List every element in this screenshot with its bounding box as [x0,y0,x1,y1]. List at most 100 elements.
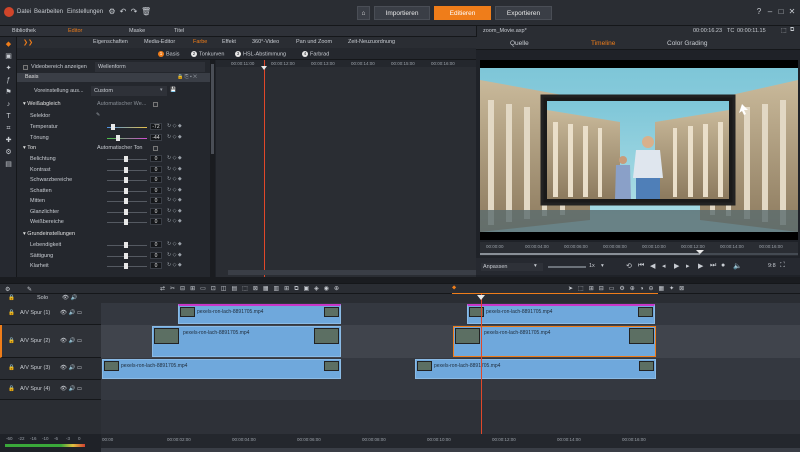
track-4-label[interactable]: A/V Spur (4) [20,386,50,392]
track-2-controls[interactable]: 👁 🔊 ▭ [60,338,82,344]
settings.basic_rows-knob[interactable] [124,242,128,248]
chevron-down-icon[interactable]: ▾ [534,263,537,269]
tab-quelle[interactable]: Quelle [510,40,529,47]
tint-value[interactable]: -44 [150,134,162,141]
settings.basic_rows-knob[interactable] [124,252,128,259]
timeline-ruler[interactable]: 00:00 00:00:02:00 00:00:04:00 00:00:06:00 00… [101,434,800,452]
settings.tone_rows-controls[interactable]: ↻ ◇ ◆ [167,155,182,161]
tab-editor[interactable]: Editor [68,27,82,36]
subtab-basis[interactable]: 1 Basis [158,51,179,57]
settings-scrollbar[interactable] [210,60,215,277]
scrubber-handle-icon[interactable] [696,250,704,254]
track-2-lock-icon[interactable]: 🔒 [8,338,15,344]
maximize-icon[interactable]: □ [776,7,786,17]
empty-track-area[interactable] [101,400,800,434]
settings.basic_rows-value[interactable]: 0 [150,262,162,269]
preset-select[interactable]: Custom [91,86,167,96]
settings-gear-icon[interactable]: ⚙ [107,7,117,17]
settings.tone_rows-controls[interactable]: ↻ ◇ ◆ [167,166,182,172]
timeline-tool-icons[interactable]: ⇄✂⊟⊞▭⊡◫▤⬚⊠▦▥⊞⧉▣◈◉⊕ [160,285,344,293]
chevron-down-icon[interactable]: ▾ [601,263,604,269]
track-4-controls[interactable]: 👁 🔊 ▭ [60,386,82,392]
playhead-marker-icon[interactable] [261,66,267,70]
temperature-knob[interactable] [111,124,115,130]
tab-pan-zoom[interactable]: Pan und Zoom [296,39,332,45]
clip-track2-b-selected[interactable]: pexels-ron-lach-8891705.mp4 [453,326,656,357]
settings.basic_rows-controls[interactable]: ↻ ◇ ◆ [167,262,182,268]
settings.tone_rows-value[interactable]: 0 [150,155,162,162]
clip-track1-b[interactable]: pexels-ron-lach-8891705.mp4 [467,304,655,324]
clip-track3-b[interactable]: pexels-ron-lach-8891705.mp4 [415,359,656,379]
fullscreen-icon[interactable]: ⛶ [780,262,785,270]
track-4-lock-icon[interactable]: 🔒 [8,386,15,392]
tab-media-editor[interactable]: Media-Editor [144,39,175,45]
stabilize-icon[interactable]: ✚ [4,136,13,145]
temperature-value[interactable]: -72 [150,123,162,130]
timeline-playhead-handle-icon[interactable] [477,295,485,300]
transition-icon[interactable]: ⚑ [4,88,13,97]
step-forward-icon[interactable]: ▶ [698,262,703,270]
show-video-area-checkbox[interactable] [23,65,28,70]
tint-controls[interactable]: ↻ ◇ ◆ [167,134,182,140]
close-icon[interactable]: ✕ [787,7,797,17]
subtab-tonkurven[interactable]: 2 Tonkurven [191,51,224,57]
settings.tone_rows-value[interactable]: 0 [150,165,162,173]
keyframe-area[interactable]: 00:00:11:00 00:00:12:00 00:00:13:00 00:00:1… [216,60,476,277]
edit-button[interactable]: Editieren [434,6,491,20]
undo-icon[interactable]: ↶ [118,7,128,17]
fx-icon[interactable]: ƒ [4,76,13,85]
track-2-label[interactable]: A/V Spur (2) [20,338,50,344]
settings.tone_rows-controls[interactable]: ↻ ◇ ◆ [167,218,182,224]
effects-icon[interactable]: ✦ [4,64,13,73]
palette-icon[interactable]: ◆ [4,40,13,49]
chevron-down-icon[interactable]: ▾ [160,87,163,93]
gear-icon[interactable]: ⚙ [4,148,13,157]
subtab-farbrad[interactable]: 4 Farbrad [302,51,329,57]
jog-slider[interactable] [548,266,586,268]
auto-tone-checkbox[interactable] [153,146,158,151]
settings.tone_rows-knob[interactable] [124,198,128,204]
menu-bearbeiten[interactable]: Bearbeiten [34,9,63,15]
eyedropper-icon[interactable]: ✎ [96,112,100,118]
text-icon[interactable]: T [4,112,13,121]
settings.tone_rows-value[interactable]: 0 [150,176,162,183]
settings.tone_rows-knob[interactable] [124,156,128,162]
loop-icon[interactable]: ⟲ [626,262,632,270]
detach-preview-icon[interactable]: ⧉ [790,27,794,34]
speed-select[interactable]: 1x [589,263,595,269]
settings.tone_rows-controls[interactable]: ↻ ◇ ◆ [167,176,182,182]
lock-icon[interactable]: 🔒 [8,295,15,301]
tab-zeit-neuzuordnung[interactable]: Zeit-Neuzuordnung [348,39,395,45]
marker-icon[interactable]: ⬥ [452,285,456,292]
track-1-lock-icon[interactable]: 🔒 [8,310,15,316]
settings.tone_rows-value[interactable]: 0 [150,218,162,225]
tab-maske[interactable]: Maske [129,27,145,36]
timeline-hscrollbar[interactable] [101,448,800,452]
track-settings-icon[interactable]: ⚙ [5,286,10,293]
settings.tone_rows-knob[interactable] [124,219,128,225]
settings.basic_rows-controls[interactable]: ↻ ◇ ◆ [167,241,182,247]
section-basis-icons[interactable]: 🔒 ⎘ ▪ ✕ [177,74,197,80]
delete-icon[interactable]: 🗑 [141,7,151,17]
timeline-right-icons[interactable]: ➤⬚⊞⊟▭⚙⊕◑⊖▦✦⊠ [568,285,689,292]
settings.tone_rows-value[interactable]: 0 [150,207,162,215]
settings.tone_rows-knob[interactable] [124,166,128,173]
filmstrip-icon[interactable]: ▤ [4,160,13,169]
volume-icon[interactable]: 🔈 [733,262,742,270]
clip-track1-a[interactable]: pexels-ron-lach-8891705.mp4 [178,304,341,324]
go-end-icon[interactable]: ⏭ [710,262,716,270]
save-preset-icon[interactable]: 💾 [170,87,176,93]
track-3-controls[interactable]: 👁 🔊 ▭ [60,365,82,371]
settings.tone_rows-controls[interactable]: ↻ ◇ ◆ [167,208,182,214]
tab-farbe[interactable]: Farbe [193,39,207,45]
redo-icon[interactable]: ↷ [129,7,139,17]
crop-icon[interactable]: ⌗ [4,124,13,133]
tab-bibliothek[interactable]: Bibliothek [12,27,36,36]
edit-mode-icon[interactable]: ✎ [27,286,32,293]
maximize-preview-icon[interactable]: ⬚ [781,27,787,34]
keyframe-playhead[interactable] [264,60,265,277]
subtab-hsl[interactable]: 3 HSL-Abstimmung [235,51,286,57]
tint-slider[interactable] [107,138,147,139]
image-icon[interactable]: ▣ [4,52,13,61]
settings.tone_rows-value[interactable]: 0 [150,197,162,204]
